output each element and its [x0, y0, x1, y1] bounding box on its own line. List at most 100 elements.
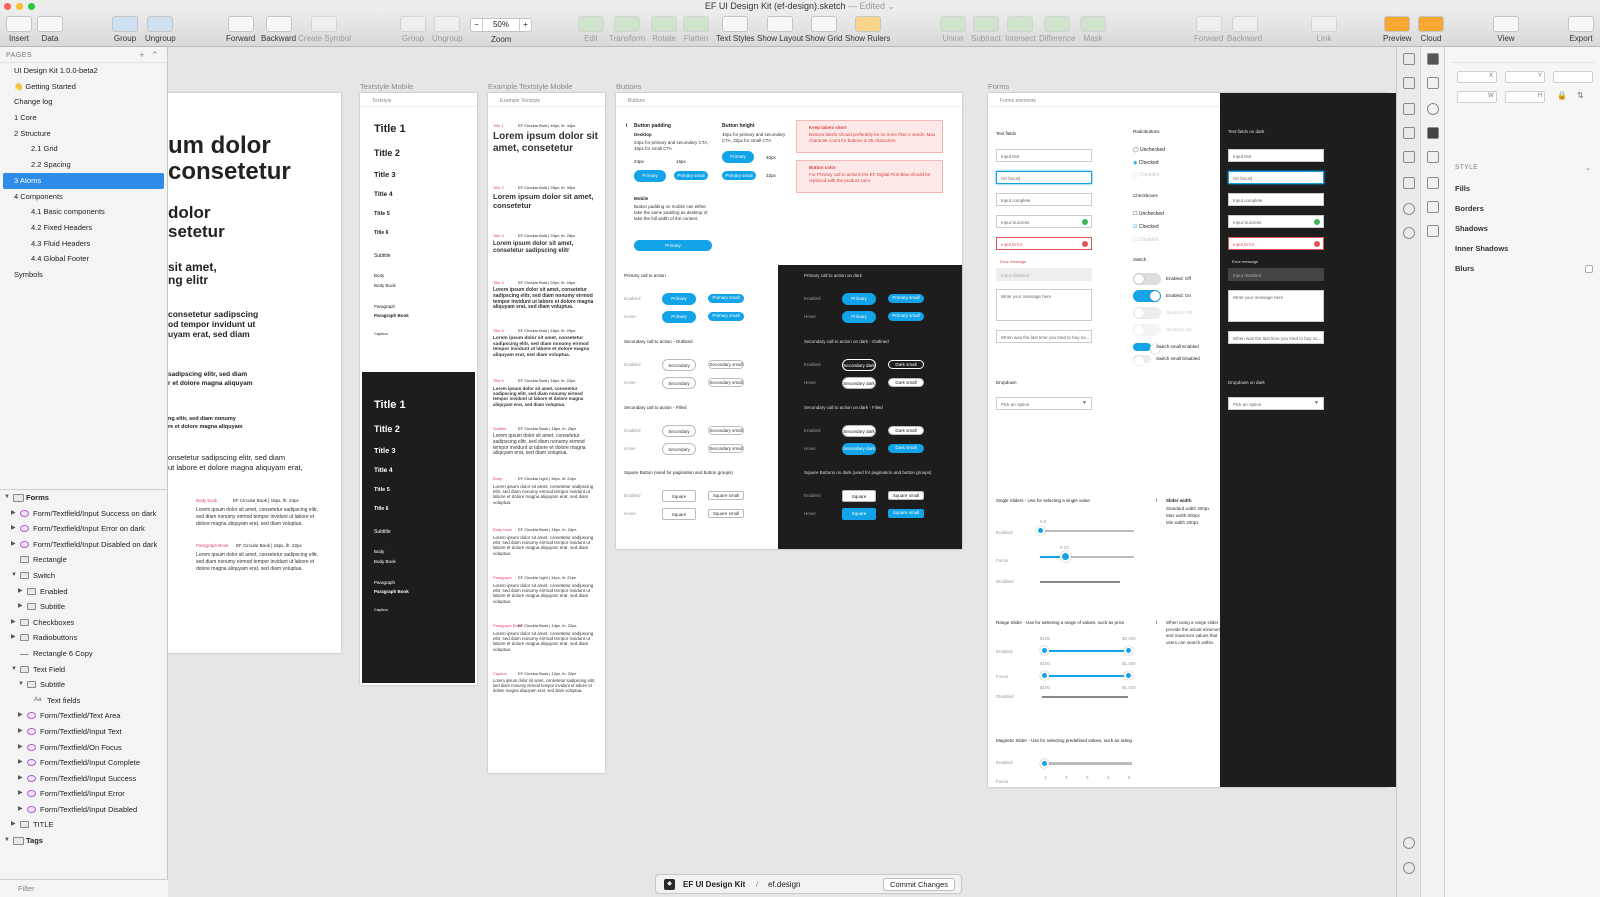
- text-styles-button[interactable]: Text Styles: [716, 16, 755, 43]
- plugin-brush-icon[interactable]: [1427, 53, 1439, 65]
- button-small-demo[interactable]: Primary small: [888, 312, 924, 321]
- artboard-title-example[interactable]: Example Textstyle Mobile: [488, 82, 572, 91]
- primary-button-height-demo[interactable]: Primary: [722, 151, 754, 163]
- cloud-repo-name[interactable]: ef.design: [768, 880, 800, 889]
- radio-unchecked[interactable]: ◯ Unchecked: [1133, 147, 1165, 153]
- form-text-field[interactable]: On focus|: [996, 171, 1092, 184]
- message-textarea[interactable]: Write your message here: [996, 289, 1092, 321]
- page-item[interactable]: 👋 Getting Started: [0, 79, 167, 95]
- layer-row[interactable]: Rectangle: [0, 552, 168, 568]
- add-page-icon[interactable]: + ⌃: [139, 50, 159, 61]
- zoom-window-button[interactable]: [28, 3, 35, 10]
- close-window-button[interactable]: [4, 3, 11, 10]
- disclosure-closed-icon[interactable]: ▶: [11, 630, 16, 646]
- fills-section[interactable]: Fills: [1455, 184, 1470, 193]
- disclosure-closed-icon[interactable]: ▶: [18, 740, 23, 756]
- frame-icon[interactable]: [1403, 151, 1415, 163]
- show-grid-button[interactable]: Show Grid: [805, 16, 842, 43]
- palette-icon[interactable]: [1403, 203, 1415, 215]
- layer-row[interactable]: ▶ Form/Textfield/Input Success: [0, 771, 168, 787]
- data-button[interactable]: Data: [37, 16, 63, 43]
- rotation-input[interactable]: [1553, 71, 1593, 83]
- button-small-demo[interactable]: Square small: [708, 509, 744, 518]
- cloud-project-name[interactable]: EF UI Design Kit: [683, 880, 745, 889]
- disclosure-closed-icon[interactable]: ▶: [11, 537, 16, 553]
- form-text-field[interactable]: Input Error: [1228, 237, 1324, 250]
- layer-row[interactable]: ▶ Form/Textfield/Input Complete: [0, 755, 168, 771]
- switch-enabled-off[interactable]: [1133, 273, 1161, 285]
- artboard-title-textstyle-mobile[interactable]: Textstyle Mobile: [360, 82, 413, 91]
- slider-focus-knob[interactable]: [1060, 551, 1071, 562]
- layer-row[interactable]: ▶ Checkboxes: [0, 615, 168, 631]
- disclosure-closed-icon[interactable]: ▶: [11, 817, 16, 833]
- range-enabled-max-knob[interactable]: [1124, 646, 1133, 655]
- artboard-typography[interactable]: um dolor consetetur dolor setetur sit am…: [168, 93, 341, 653]
- button-demo[interactable]: Square: [662, 508, 696, 520]
- button-small-demo[interactable]: Secondary small: [708, 444, 744, 453]
- slider-enabled-track[interactable]: [1040, 530, 1134, 532]
- layer-row[interactable]: ▶ Enabled: [0, 584, 168, 600]
- layer-row[interactable]: ▶ TITLE: [0, 817, 168, 833]
- export-button[interactable]: Export: [1568, 16, 1594, 43]
- help-icon[interactable]: [1403, 837, 1415, 849]
- disclosure-open-icon[interactable]: ▼: [11, 568, 17, 584]
- flatten-button[interactable]: Flatten: [683, 16, 709, 43]
- layer-row[interactable]: ▶ Form/Textfield/Input Error on dark: [0, 521, 168, 537]
- disclosure-closed-icon[interactable]: ▶: [11, 615, 16, 631]
- checkbox-unchecked[interactable]: ☐ Unchecked: [1133, 211, 1164, 217]
- button-demo[interactable]: Secondary dark: [842, 425, 876, 437]
- magnetic-enabled-knob[interactable]: [1040, 759, 1049, 768]
- dark-long-input-field[interactable]: When was the last time you tried to buy …: [1228, 331, 1324, 344]
- long-input-field[interactable]: When was the last time you tried to buy …: [996, 330, 1092, 343]
- plugin-pen-icon[interactable]: [1427, 201, 1439, 213]
- view-button[interactable]: View: [1493, 16, 1519, 43]
- window-controls[interactable]: [4, 3, 35, 10]
- edit-button[interactable]: Edit: [578, 16, 604, 43]
- button-small-demo[interactable]: Dark small: [888, 444, 924, 453]
- page-item[interactable]: 4.4 Global Footer: [0, 251, 167, 267]
- link-button[interactable]: Link: [1311, 16, 1337, 43]
- form-text-field[interactable]: Input Error: [996, 237, 1092, 250]
- chart-icon[interactable]: [1403, 227, 1415, 239]
- range-enabled-track[interactable]: [1044, 650, 1128, 652]
- ungroup-button[interactable]: Ungroup: [145, 16, 176, 43]
- magnetic-enabled-track[interactable]: [1044, 762, 1132, 765]
- inner-shadows-section[interactable]: Inner Shadows: [1455, 244, 1508, 253]
- page-item[interactable]: 1 Core: [0, 110, 167, 126]
- button-demo[interactable]: Secondary: [662, 377, 696, 389]
- range-enabled-min-knob[interactable]: [1040, 646, 1049, 655]
- layer-row[interactable]: ▶ Form/Textfield/On Focus: [0, 740, 168, 756]
- artboard-buttons[interactable]: Buttons i Button padding Desktop 24px fo…: [616, 93, 962, 549]
- align-icon[interactable]: [1403, 53, 1415, 65]
- transform-button[interactable]: Transform: [609, 16, 645, 43]
- button-demo[interactable]: Primary: [842, 311, 876, 323]
- rotate-button[interactable]: Rotate: [651, 16, 677, 43]
- button-demo[interactable]: Secondary: [662, 359, 696, 371]
- plugin-image-icon[interactable]: [1427, 225, 1439, 237]
- disclosure-closed-icon[interactable]: ▶: [11, 521, 16, 537]
- button-small-demo[interactable]: Secondary small: [708, 426, 744, 435]
- primary-full-width-demo[interactable]: Primary: [634, 240, 712, 251]
- layer-row[interactable]: ▶ Form/Textfield/Input Error: [0, 786, 168, 802]
- backward-button-2[interactable]: Backward: [1227, 16, 1262, 43]
- layer-row[interactable]: Rectangle 6 Copy: [0, 646, 168, 662]
- create-symbol-button[interactable]: Create Symbol: [298, 16, 351, 43]
- page-item[interactable]: UI Design Kit 1.0.0-beta2: [0, 63, 167, 79]
- artboard-example-textstyle[interactable]: Example Textstyle Title 1 EF Circular Bol…: [488, 93, 605, 773]
- range-focus-min-knob[interactable]: [1040, 671, 1049, 680]
- dark-message-textarea[interactable]: Write your message here: [1228, 290, 1324, 322]
- disclosure-closed-icon[interactable]: ▶: [18, 599, 23, 615]
- page-item[interactable]: 4 Components: [0, 189, 167, 205]
- page-item[interactable]: Change log: [0, 94, 167, 110]
- button-demo[interactable]: Secondary dark: [842, 359, 876, 371]
- layer-row[interactable]: ▼ Forms: [0, 490, 168, 506]
- plugin-hexagon-icon[interactable]: [1427, 127, 1439, 139]
- range-focus-track[interactable]: [1044, 675, 1128, 677]
- button-demo[interactable]: Secondary dark: [842, 377, 876, 389]
- primary-small-height-demo[interactable]: Primary small: [722, 171, 756, 180]
- form-text-field[interactable]: Input complete: [996, 193, 1092, 206]
- layout-grid-icon[interactable]: [1403, 127, 1415, 139]
- layer-row[interactable]: Aa Text fields: [0, 693, 168, 709]
- canvas[interactable]: um dolor consetetur dolor setetur sit am…: [168, 47, 1396, 897]
- disclosure-closed-icon[interactable]: ▶: [18, 708, 23, 724]
